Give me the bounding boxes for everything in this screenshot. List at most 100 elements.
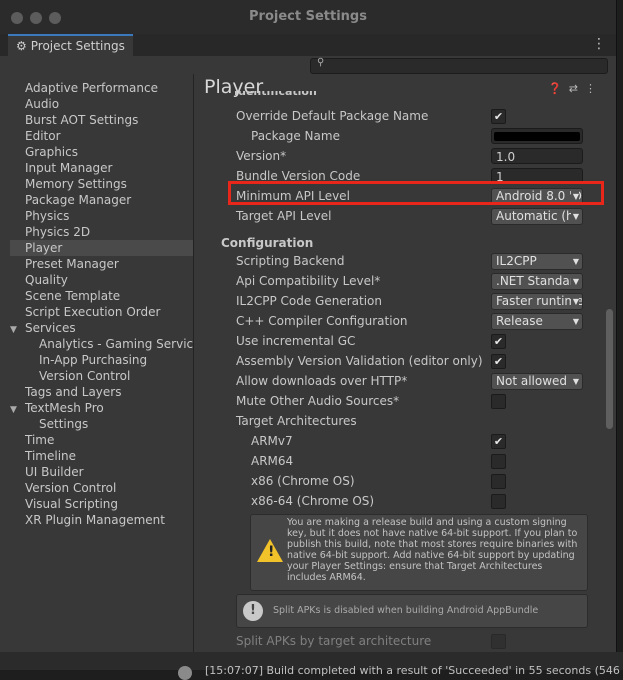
scripting-backend-label: Scripting Backend [236, 254, 345, 268]
sidebar-item[interactable]: Analytics - Gaming Services [10, 336, 193, 352]
chevron-down-icon: ▼ [570, 374, 579, 389]
scripting-backend-dropdown[interactable]: IL2CPP ▼ [491, 253, 583, 270]
sidebar-item-label: Input Manager [25, 161, 113, 175]
search-icon: ⚲ [317, 57, 325, 68]
sidebar-item[interactable]: Package Manager [10, 192, 193, 208]
sidebar-item[interactable]: Scene Template [10, 288, 193, 304]
mute-audio-row: Mute Other Audio Sources* [194, 392, 594, 412]
allow-http-dropdown[interactable]: Not allowed ▼ [491, 373, 583, 390]
version-field[interactable]: 1.0 [491, 148, 583, 164]
target-api-dropdown[interactable]: Automatic (hi ▼ [491, 208, 583, 225]
sidebar-item[interactable]: Version Control [10, 480, 193, 496]
sidebar-item[interactable]: Version Control [10, 368, 193, 384]
chevron-down-icon[interactable]: ▼ [10, 322, 20, 336]
scripting-backend-row: Scripting Backend IL2CPP ▼ [194, 252, 594, 272]
help-icon[interactable]: ❓ [548, 82, 562, 95]
sidebar-item[interactable]: Preset Manager [10, 256, 193, 272]
il2cpp-gen-row: IL2CPP Code Generation Faster runtime ▼ [194, 292, 594, 312]
cpp-compiler-label: C++ Compiler Configuration [236, 314, 408, 328]
cpp-compiler-row: C++ Compiler Configuration Release ▼ [194, 312, 594, 332]
sidebar-item-label: Audio [25, 97, 60, 111]
sidebar-item[interactable]: ▼ TextMesh Pro [10, 400, 193, 416]
tab-project-settings[interactable]: ⚙ Project Settings [8, 34, 133, 56]
sidebar-item-label: UI Builder [25, 465, 84, 479]
override-package-label: Override Default Package Name [236, 109, 429, 123]
scrollbar-thumb[interactable] [606, 309, 613, 429]
search-row: ⚲ [0, 56, 616, 74]
identification-header: Identification [234, 91, 317, 98]
assembly-validation-label: Assembly Version Validation (editor only… [236, 354, 483, 368]
target-arch-label: Target Architectures [236, 414, 357, 428]
sidebar-item[interactable]: XR Plugin Management [10, 512, 193, 528]
sidebar-item[interactable]: Script Execution Order [10, 304, 193, 320]
indent-spacer: ▼ [10, 400, 25, 416]
more-options-icon[interactable]: ⋮ [585, 82, 596, 95]
arm64-checkbox[interactable] [491, 454, 506, 469]
il2cpp-gen-dropdown[interactable]: Faster runtime ▼ [491, 293, 583, 310]
arm64-row: ARM64 [194, 452, 594, 472]
player-settings-panel: Player ❓ ⇄ ⋮ Identification Override Def… [194, 74, 616, 670]
x8664-label: x86-64 (Chrome OS) [251, 494, 375, 508]
sidebar-item-label: Memory Settings [25, 177, 127, 191]
sidebar-item[interactable]: Physics 2D [10, 224, 193, 240]
chevron-down-icon: ▼ [570, 314, 579, 329]
sidebar-item[interactable]: Audio [10, 96, 193, 112]
sidebar-item-label: Graphics [25, 145, 78, 159]
sidebar-item[interactable]: Burst AOT Settings [10, 112, 193, 128]
sidebar-item[interactable]: Timeline [10, 448, 193, 464]
target-api-row: Target API Level Automatic (hi ▼ [194, 207, 594, 227]
sidebar-item-label: In-App Purchasing [39, 353, 148, 367]
scripting-backend-value: IL2CPP [496, 254, 537, 268]
x86-checkbox[interactable] [491, 474, 506, 489]
status-text: [15:07:07] Build completed with a result… [205, 664, 620, 677]
sidebar-item-label: Time [25, 433, 55, 447]
assembly-validation-checkbox[interactable]: ✔ [491, 354, 506, 369]
api-compat-dropdown[interactable]: .NET Standar ▼ [491, 273, 583, 290]
chevron-down-icon: ▼ [570, 294, 579, 309]
mute-audio-checkbox[interactable] [491, 394, 506, 409]
armv7-checkbox[interactable]: ✔ [491, 434, 506, 449]
armv7-row: ARMv7 ✔ [194, 432, 594, 452]
target-api-value: Automatic (hi [496, 209, 577, 223]
sidebar-item[interactable]: UI Builder [10, 464, 193, 480]
il2cpp-gen-label: IL2CPP Code Generation [236, 294, 383, 308]
more-options-icon[interactable]: ⋮ [592, 36, 606, 52]
info-icon [178, 666, 192, 680]
redacted-value [494, 132, 580, 141]
armv7-label: ARMv7 [251, 434, 293, 448]
settings-search-input[interactable]: ⚲ [310, 57, 608, 74]
sidebar-item-label: Timeline [25, 449, 77, 463]
sidebar-item[interactable]: Input Manager [10, 160, 193, 176]
override-package-checkbox[interactable]: ✔ [491, 109, 506, 124]
sidebar-item[interactable]: Editor [10, 128, 193, 144]
incremental-gc-label: Use incremental GC [236, 334, 356, 348]
sidebar-item[interactable]: Memory Settings [10, 176, 193, 192]
chevron-down-icon: ▼ [570, 209, 579, 224]
chevron-down-icon: ▼ [570, 254, 579, 269]
x8664-checkbox[interactable] [491, 494, 506, 509]
sidebar-item[interactable]: Physics [10, 208, 193, 224]
chevron-down-icon[interactable]: ▼ [10, 402, 20, 416]
sidebar-item[interactable]: Graphics [10, 144, 193, 160]
info-text: Split APKs is disabled when building And… [273, 605, 539, 616]
sidebar-item[interactable]: Time [10, 432, 193, 448]
sidebar-item[interactable]: Adaptive Performance [10, 80, 193, 96]
sidebar-item[interactable]: ▼ Services [10, 320, 193, 336]
sidebar-item[interactable]: Player [10, 240, 193, 256]
arm64-label: ARM64 [251, 454, 294, 468]
cpp-compiler-dropdown[interactable]: Release ▼ [491, 313, 583, 330]
sidebar-item[interactable]: In-App Purchasing [10, 352, 193, 368]
sidebar-item[interactable]: Visual Scripting [10, 496, 193, 512]
sidebar-item[interactable]: Tags and Layers [10, 384, 193, 400]
sidebar-item[interactable]: Quality [10, 272, 193, 288]
vertical-scrollbar[interactable] [604, 74, 614, 670]
info-helpbox: ! Split APKs is disabled when building A… [236, 594, 588, 628]
allow-http-row: Allow downloads over HTTP* Not allowed ▼ [194, 372, 594, 392]
sidebar-item-label: Burst AOT Settings [25, 113, 139, 127]
incremental-gc-checkbox[interactable]: ✔ [491, 334, 506, 349]
x8664-row: x86-64 (Chrome OS) [194, 492, 594, 512]
preset-icon[interactable]: ⇄ [569, 82, 578, 95]
package-name-field[interactable] [491, 128, 583, 144]
sidebar-item[interactable]: Settings [10, 416, 193, 432]
x86-label: x86 (Chrome OS) [251, 474, 355, 488]
